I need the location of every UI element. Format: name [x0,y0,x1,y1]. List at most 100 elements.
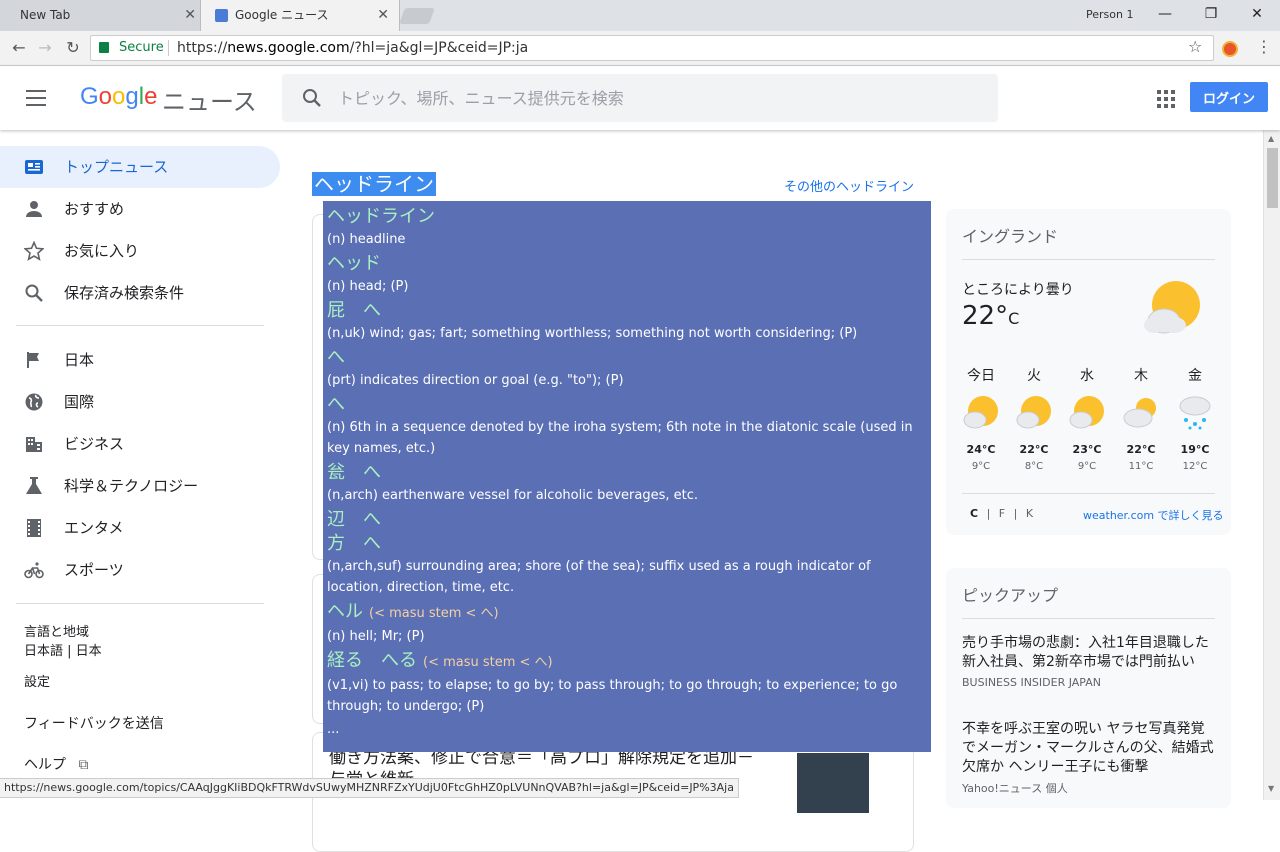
globe-icon [25,393,43,411]
tab-new-tab[interactable]: New Tab ✕ [0,0,206,31]
forecast-high: 22°C [1126,443,1156,456]
unit-kelvin[interactable]: K [1026,507,1033,520]
sidebar-item-entertainment[interactable]: エンタメ [0,507,280,549]
weather-divider [962,259,1215,260]
sidebar-item-business[interactable]: ビジネス [0,423,280,465]
sidebar-item-world[interactable]: 国際 [0,381,280,423]
unit-fahrenheit[interactable]: F [999,507,1005,520]
tab-close-icon[interactable]: ✕ [184,0,196,31]
search-icon[interactable] [300,86,324,110]
window-close-icon[interactable]: ✕ [1234,0,1280,29]
scroll-up-icon[interactable]: ▲ [1268,134,1274,143]
forecast-low: 9°C [1077,461,1097,472]
page-scrollbar[interactable]: ▲ ▼ [1263,130,1280,800]
weather-location: イングランド [962,227,1059,246]
dictionary-popup: ヘッドライン (n) headline ヘッド (n) head; (P) 屁 へ (n,… [323,201,931,752]
language-region-link[interactable]: 言語と地域 日本語 | 日本 [24,621,102,659]
sidebar-item-top-news[interactable]: トップニュース [0,146,280,188]
search-input[interactable] [338,74,978,122]
sidebar-divider [16,325,264,326]
bookmark-star-icon[interactable]: ☆ [1188,37,1202,56]
reload-icon[interactable]: ↻ [62,37,84,59]
dict-word-text: へ [327,347,345,368]
pickup-headline[interactable]: 売り手市場の悲劇：入社1年目退職した新入社員、第2新卒市場では門前払い [962,634,1218,672]
sidebar-divider [16,603,264,604]
help-link[interactable]: ヘルプ ⧉ [24,754,88,774]
pickup-headline[interactable]: 不幸を呼ぶ王室の呪い ヤラセ写真発覚でメーガン・マークルさんの父、結婚式欠席か … [962,720,1218,777]
dict-word: ヘッド [327,252,927,276]
forecast-day-label: 金 [1188,368,1202,384]
forecast-day-label: 水 [1080,368,1094,384]
unit-separator: | [1013,507,1018,520]
forecast-low: 9°C [971,461,991,472]
dict-word: へ [327,393,927,417]
sidebar-item-label: お気に入り [64,242,140,260]
dict-word: へ [327,346,927,370]
dict-definition: (prt) indicates direction or goal (e.g. … [327,373,624,388]
back-arrow-icon[interactable]: ← [8,37,30,59]
weather-card[interactable]: イングランド ところにより曇り 22°C 今日 24°C 9°C 火 22°C 8°C 水 2… [946,209,1231,535]
sidebar-item-label: エンタメ [64,519,124,537]
address-bar[interactable]: Secure https://news.google.com/?hl=ja&gl… [90,35,1214,61]
flag-icon [27,352,39,368]
weather-com-link[interactable]: weather.com で詳しく見る [1083,507,1224,523]
star-icon [24,241,44,261]
hamburger-menu-icon[interactable] [26,90,46,106]
tab-google-news[interactable]: Google ニュース ✕ [200,0,400,31]
bicycle-icon [24,562,44,579]
tab-title: New Tab [20,8,71,22]
partly-sunny-icon [1144,281,1200,334]
pickup-source[interactable]: BUSINESS INSIDER JAPAN [962,676,1101,689]
external-link-icon: ⧉ [78,757,89,773]
maximize-icon[interactable]: ❐ [1188,0,1234,29]
search-box[interactable] [282,74,998,122]
dict-definition: (n) headline [327,232,406,247]
sidebar-item-for-you[interactable]: おすすめ [0,188,280,230]
language-title: 言語と地域 [24,625,90,640]
sidebar-item-sports[interactable]: スポーツ [0,549,280,591]
new-tab-button[interactable] [399,8,435,24]
scroll-thumb[interactable] [1267,148,1278,208]
language-value: 日本語 | 日本 [24,644,102,659]
forecast-high: 19°C [1180,443,1210,456]
weather-condition: ところにより曇り [962,282,1074,298]
url-text[interactable]: https://news.google.com/?hl=ja&gl=JP&cei… [177,36,528,60]
apps-grid-icon[interactable] [1157,90,1175,108]
story-thumbnail[interactable] [797,753,869,813]
tab-close-icon[interactable]: ✕ [377,0,389,31]
search-icon [25,284,43,302]
login-button[interactable]: ログイン [1190,82,1268,112]
partly-sunny-icon [1069,396,1104,429]
sidebar-item-label: 日本 [64,351,95,369]
newspaper-icon [25,160,43,174]
sidebar-item-saved-searches[interactable]: 保存済み検索条件 [0,272,280,314]
dict-more-ellipsis: ... [327,722,340,737]
sidebar-item-japan[interactable]: 日本 [0,339,280,381]
dict-word-text: 辺 へ [327,509,381,530]
pickup-divider [962,618,1215,619]
extension-icon[interactable] [1222,41,1238,57]
unit-celsius[interactable]: C [970,507,978,520]
profile-name[interactable]: Person 1 [1086,0,1133,29]
browser-menu-icon[interactable]: ⋮ [1256,37,1272,56]
minimize-icon[interactable]: — [1142,0,1188,29]
sidebar-item-label: 保存済み検索条件 [64,284,185,302]
sidebar-item-favorites[interactable]: お気に入り [0,230,280,272]
logo-suffix[interactable]: ニュース [162,82,257,117]
pickup-source[interactable]: Yahoo!ニュース 個人 [962,780,1068,796]
settings-link[interactable]: 設定 [24,671,50,690]
dict-word-text: ヘッドライン [327,206,435,227]
dict-definition: (n) head; (P) [327,279,409,294]
feedback-link[interactable]: フィードバックを送信 [24,713,164,733]
headline-section-title[interactable]: ヘッドライン [312,172,436,196]
google-logo[interactable]: Google [80,83,157,111]
more-headlines-link[interactable]: その他のヘッドライン [784,176,914,195]
temp-unit: C [1008,309,1020,328]
dict-definition: (n) 6th in a sequence denoted by the iro… [327,420,913,456]
news-header: Google ニュース ログイン [0,66,1280,130]
partly-sunny-icon [963,396,998,429]
forward-arrow-icon[interactable]: → [34,37,56,59]
forecast-day-label: 今日 [967,368,995,384]
sidebar-item-science-tech[interactable]: 科学＆テクノロジー [0,465,280,507]
scroll-down-icon[interactable]: ▼ [1268,784,1274,793]
